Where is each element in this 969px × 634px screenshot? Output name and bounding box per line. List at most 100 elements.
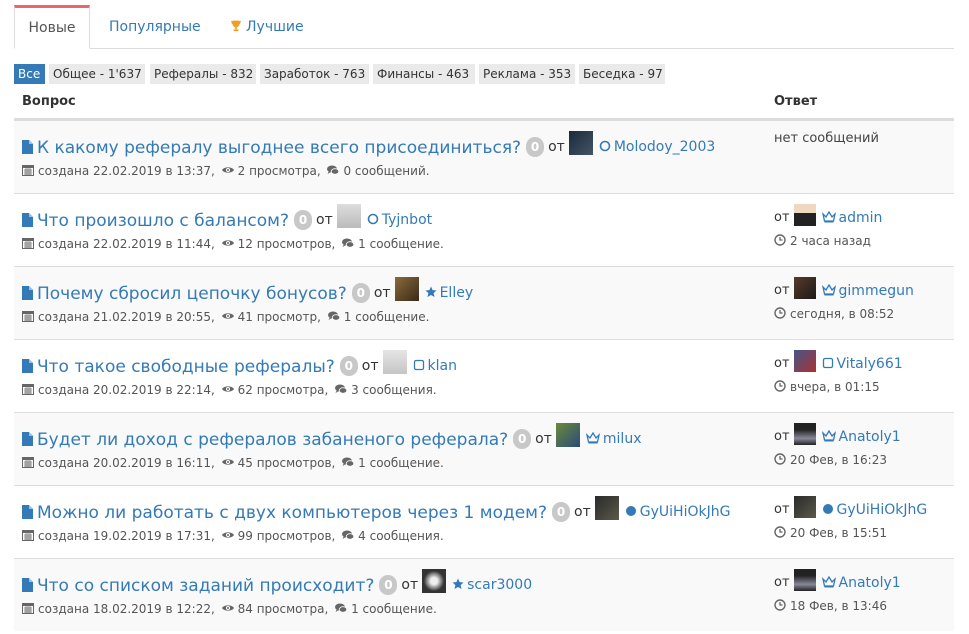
- views-count: 41 просмотр,: [237, 310, 321, 324]
- clock-icon: [774, 307, 786, 319]
- comments-icon: [335, 384, 348, 394]
- answer-user-link[interactable]: gimmegun: [839, 283, 914, 299]
- author-avatar[interactable]: [422, 569, 447, 593]
- reply-count-badge: 0: [526, 137, 545, 157]
- last-answer: от GyUiHiOkJhG 20 Фев, в 15:51: [774, 496, 927, 540]
- created-date: создана 18.02.2019 в 12:22,: [38, 602, 215, 616]
- answer-avatar[interactable]: [793, 204, 816, 226]
- clock-icon: [774, 599, 786, 611]
- clock-icon: [774, 526, 786, 538]
- from-label: от: [361, 358, 379, 374]
- comments-icon: [342, 530, 355, 540]
- author-avatar[interactable]: [394, 277, 419, 301]
- calendar-icon: [22, 165, 34, 176]
- author-link[interactable]: Molodoy_2003: [614, 139, 715, 155]
- question-line: Что такое свободные рефералы? 0 от klan: [22, 350, 457, 377]
- star-icon: [452, 575, 464, 589]
- author-avatar[interactable]: [555, 423, 580, 447]
- author-link[interactable]: Elley: [440, 285, 474, 301]
- filter-finance[interactable]: Финансы - 463: [373, 64, 475, 84]
- filter-earnings[interactable]: Заработок - 763: [260, 64, 369, 84]
- question-title-link[interactable]: Будет ли доход с рефералов забаненого ре…: [37, 430, 508, 450]
- answer-user-link[interactable]: GyUiHiOkJhG: [837, 502, 928, 518]
- filter-referrals[interactable]: Рефералы - 832: [150, 64, 256, 84]
- document-icon: [22, 578, 33, 592]
- filter-all[interactable]: Все: [14, 64, 45, 84]
- question-row: Будет ли доход с рефералов забаненого ре…: [14, 412, 954, 485]
- document-icon: [22, 213, 33, 227]
- author-avatar[interactable]: [336, 204, 361, 228]
- answer-user-link[interactable]: Vitaly661: [837, 356, 903, 372]
- question-line: Можно ли работать с двух компьютеров чер…: [22, 496, 731, 523]
- question-title-link[interactable]: Почему сбросил цепочку бонусов?: [37, 284, 347, 304]
- tab-label: Лучшие: [246, 19, 304, 35]
- question-line: Что произошло с балансом? 0 от Tyjnbot: [22, 204, 432, 231]
- answer-avatar[interactable]: [793, 277, 816, 299]
- question-line: Будет ли доход с рефералов забаненого ре…: [22, 423, 642, 450]
- author-link[interactable]: klan: [428, 358, 457, 374]
- column-answer: Ответ: [774, 94, 818, 109]
- answer-avatar[interactable]: [793, 569, 816, 591]
- answer-user-link[interactable]: Anatoly1: [839, 575, 901, 591]
- views-count: 2 просмотра,: [237, 164, 321, 178]
- from-label: от: [774, 356, 790, 371]
- document-icon: [22, 432, 33, 446]
- tab-popular[interactable]: Популярные: [109, 5, 201, 48]
- from-label: от: [774, 575, 790, 590]
- square-icon: [822, 357, 834, 369]
- dot-icon: [822, 503, 834, 515]
- question-title-link[interactable]: Что произошло с балансом?: [37, 211, 289, 231]
- answer-avatar[interactable]: [793, 350, 816, 372]
- reply-count-badge: 0: [339, 356, 358, 376]
- question-row: Что такое свободные рефералы? 0 от klan соз…: [14, 339, 954, 412]
- question-row: К какому рефералу выгоднее всего присоед…: [14, 120, 954, 193]
- eye-icon: [221, 167, 234, 173]
- created-date: создана 20.02.2019 в 16:11,: [38, 456, 215, 470]
- dot-icon: [625, 502, 637, 516]
- answer-avatar[interactable]: [793, 496, 816, 518]
- answer-user-link[interactable]: Anatoly1: [839, 429, 901, 445]
- filter-ads[interactable]: Реклама - 353: [479, 64, 575, 84]
- reply-count-badge: 0: [294, 210, 313, 230]
- author-avatar[interactable]: [568, 131, 593, 155]
- author-avatar[interactable]: [382, 350, 407, 374]
- from-label: от: [548, 139, 565, 155]
- author-link[interactable]: milux: [603, 431, 642, 447]
- from-label: от: [774, 283, 790, 298]
- tab-new[interactable]: Новые: [14, 5, 90, 49]
- views-count: 99 просмотров,: [237, 529, 336, 543]
- answer-avatar[interactable]: [793, 423, 816, 445]
- author-link[interactable]: GyUiHiOkJhG: [640, 504, 731, 520]
- crown-icon: [821, 575, 836, 588]
- created-date: создана 22.02.2019 в 13:37,: [38, 164, 215, 178]
- last-answer: от Vitaly661 вчера, в 01:15: [774, 350, 903, 394]
- question-title-link[interactable]: Что такое свободные рефералы?: [37, 357, 335, 377]
- last-answer: нет сообщений: [774, 131, 879, 146]
- views-count: 84 просмотра,: [237, 602, 329, 616]
- from-label: от: [535, 431, 552, 447]
- question-title-link[interactable]: Можно ли работать с двух компьютеров чер…: [37, 503, 547, 523]
- author-link[interactable]: Tyjnbot: [382, 212, 432, 228]
- answer-user-link[interactable]: admin: [839, 210, 883, 226]
- question-title-link[interactable]: Что со списком заданий происходит?: [37, 576, 374, 596]
- tab-label: Новые: [28, 20, 76, 36]
- from-label: от: [574, 504, 591, 520]
- tab-best[interactable]: Лучшие: [230, 5, 304, 48]
- filter-lounge[interactable]: Беседка - 97: [579, 64, 665, 84]
- clock-icon: [774, 380, 786, 392]
- question-title-link[interactable]: К какому рефералу выгоднее всего присоед…: [37, 138, 521, 158]
- crown-icon: [585, 429, 601, 444]
- question-row: Что произошло с балансом? 0 от Tyjnbot созд…: [14, 193, 954, 266]
- author-avatar[interactable]: [594, 496, 619, 520]
- views-count: 12 просмотров,: [237, 237, 336, 251]
- from-label: от: [774, 502, 790, 517]
- from-label: от: [401, 577, 419, 593]
- comments-icon: [327, 165, 340, 175]
- question-meta: создана 22.02.2019 в 11:44, 12 просмотро…: [22, 237, 444, 251]
- clock-icon: [774, 453, 786, 465]
- no-messages-text: нет сообщений: [774, 131, 879, 146]
- created-date: создана 22.02.2019 в 11:44,: [38, 237, 215, 251]
- question-row: Можно ли работать с двух компьютеров чер…: [14, 485, 954, 558]
- filter-general[interactable]: Общее - 1'637: [49, 64, 145, 84]
- author-link[interactable]: scar3000: [467, 577, 532, 593]
